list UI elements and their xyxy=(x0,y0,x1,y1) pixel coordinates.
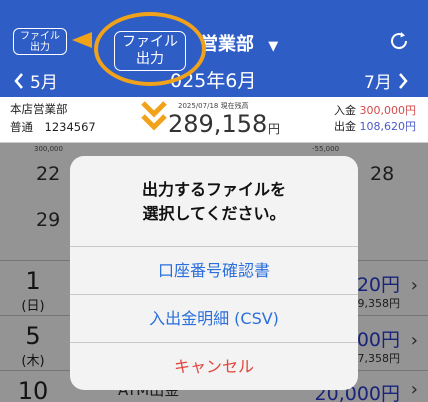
cancel-button[interactable]: キャンセル xyxy=(70,342,358,390)
refresh-icon[interactable] xyxy=(388,30,410,56)
file-output-button[interactable]: ファイル 出力 xyxy=(13,28,67,55)
transaction-csv-button[interactable]: 入出金明細 (CSV) xyxy=(70,294,358,342)
dialog-message-line1: 出力するファイルを xyxy=(141,180,286,199)
deposit-label: 入金 xyxy=(334,104,356,117)
account-number: 普通 1234567 xyxy=(10,120,96,134)
header-bar: ファイル 出力 営業部 ▼ 5月 025年6月 7月 ファイル 出力 xyxy=(0,0,428,97)
dropdown-icon: ▼ xyxy=(268,39,279,54)
next-month-button[interactable]: 7月 xyxy=(364,68,408,93)
account-title[interactable]: 営業部 ▼ xyxy=(200,30,278,56)
highlight-label-2: 出力 xyxy=(136,51,164,67)
next-month-label: 7月 xyxy=(364,73,392,93)
chevron-left-icon xyxy=(14,72,23,89)
screen: ファイル 出力 営業部 ▼ 5月 025年6月 7月 ファイル 出力 本店営業部… xyxy=(0,0,428,402)
account-number-certificate-button[interactable]: 口座番号確認書 xyxy=(70,246,358,294)
arrow-left-icon xyxy=(72,32,92,48)
dialog-message-line2: 選択してください。 xyxy=(142,204,286,223)
double-chevron-down-icon[interactable] xyxy=(140,99,168,135)
withdraw-label: 出金 xyxy=(334,120,356,133)
deposit-withdraw-summary: 入金 300,000円 出金 108,620円 xyxy=(334,103,416,135)
highlight-label-1: ファイル xyxy=(122,34,178,50)
prev-month-label: 5月 xyxy=(30,73,58,93)
withdraw-value: 108,620円 xyxy=(359,120,417,133)
file-output-label-1: ファイル xyxy=(20,31,60,42)
branch-name: 本店営業部 xyxy=(10,102,68,116)
highlighted-file-output-button[interactable]: ファイル 出力 xyxy=(114,31,186,71)
deposit-value: 300,000円 xyxy=(359,104,417,117)
balance-unit: 円 xyxy=(268,122,281,136)
file-select-dialog: 出力するファイルを 選択してください。 口座番号確認書 入出金明細 (CSV) … xyxy=(70,156,358,390)
prev-month-button[interactable]: 5月 xyxy=(14,68,58,93)
dialog-message: 出力するファイルを 選択してください。 xyxy=(70,178,358,226)
account-summary: 本店営業部 普通 1234567 2025/07/18 現在残高 289,158… xyxy=(0,97,428,143)
file-output-label-2: 出力 xyxy=(30,42,50,53)
title-text: 営業部 xyxy=(200,34,254,55)
chevron-right-icon xyxy=(398,72,408,89)
balance-amount: 289,158 xyxy=(168,110,268,138)
